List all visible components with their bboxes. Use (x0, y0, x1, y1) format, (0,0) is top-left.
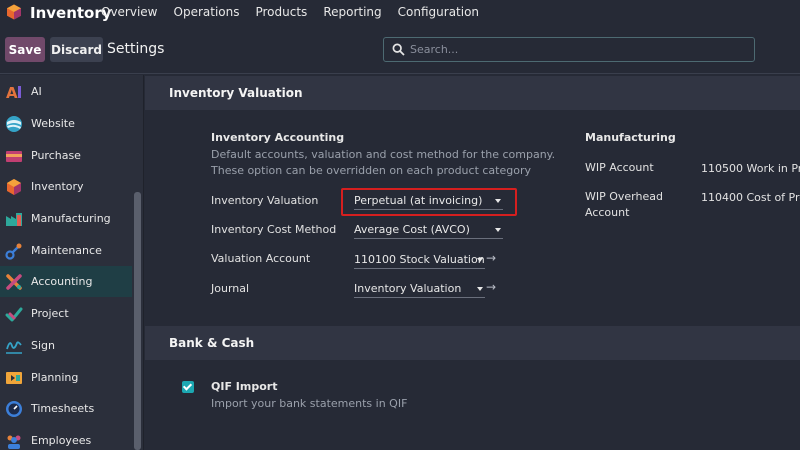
sidebar-item-maintenance[interactable]: Maintenance (0, 235, 132, 266)
menu-operations[interactable]: Operations (174, 5, 240, 19)
wip-account-value[interactable]: 110500 Work in Prog (701, 162, 800, 175)
wip-overhead-label-line2: Account (585, 206, 630, 219)
valuation-account-label: Valuation Account (211, 252, 311, 265)
search-input[interactable]: Search... (383, 37, 755, 62)
inventory-hexagon-icon[interactable] (6, 4, 22, 20)
search-placeholder: Search... (410, 43, 459, 56)
purchase-icon (6, 150, 22, 162)
app-name[interactable]: Inventory (30, 4, 112, 22)
manufacturing-title: Manufacturing (585, 131, 676, 144)
highlight-box (341, 188, 517, 216)
qif-import-title: QIF Import (211, 380, 278, 393)
sidebar-item-ai[interactable]: A AI (0, 76, 132, 107)
planning-icon (6, 371, 22, 384)
valuation-account-select[interactable]: 110100 Stock Valuation (354, 253, 485, 269)
sidebar-item-label: Website (31, 117, 75, 130)
section-title: Inventory Valuation (169, 86, 303, 100)
ai-icon: A (6, 84, 21, 101)
chevron-down-icon (477, 258, 483, 262)
inventory-cost-method-label: Inventory Cost Method (211, 223, 337, 236)
inventory-cost-method-value: Average Cost (AVCO) (354, 223, 470, 236)
chevron-down-icon (477, 287, 483, 291)
journal-select[interactable]: Inventory Valuation (354, 282, 485, 298)
menu-reporting[interactable]: Reporting (323, 5, 381, 19)
sidebar-item-planning[interactable]: Planning (0, 362, 132, 393)
sidebar-item-label: Employees (31, 434, 92, 447)
menu-products[interactable]: Products (255, 5, 307, 19)
manufacturing-icon (6, 212, 22, 226)
journal-value: Inventory Valuation (354, 282, 462, 295)
accounting-icon (6, 273, 22, 290)
sidebar-item-project[interactable]: Project (0, 298, 132, 329)
discard-button[interactable]: Discard (50, 37, 103, 62)
inventory-accounting-desc-1: Default accounts, valuation and cost met… (211, 148, 556, 161)
sidebar-item-employees[interactable]: Employees (0, 425, 132, 450)
save-button[interactable]: Save (5, 37, 45, 62)
arrow-right-icon[interactable]: → (486, 251, 496, 265)
inventory-valuation-label: Inventory Valuation (211, 194, 319, 207)
section-inventory-valuation: Inventory Valuation (145, 76, 800, 110)
top-navbar: Inventory Overview Operations Products R… (0, 0, 800, 25)
project-icon (5, 307, 23, 321)
sidebar-item-label: Timesheets (31, 402, 95, 415)
inventory-cost-method-select[interactable]: Average Cost (AVCO) (354, 223, 503, 239)
sidebar-item-inventory[interactable]: Inventory (0, 171, 132, 202)
sidebar-scrollbar-thumb[interactable] (134, 192, 141, 450)
chevron-down-icon (495, 228, 501, 232)
valuation-account-value: 110100 Stock Valuation (354, 253, 485, 266)
sidebar-item-label: Manufacturing (31, 212, 111, 225)
inventory-icon (7, 178, 21, 195)
sidebar-item-timesheets[interactable]: Timesheets (0, 393, 132, 424)
journal-label: Journal (211, 282, 250, 295)
sign-icon (6, 340, 22, 354)
menu-overview[interactable]: Overview (101, 5, 158, 19)
sidebar-item-label: Planning (31, 371, 79, 384)
website-icon (6, 115, 22, 132)
breadcrumb: Settings (107, 41, 165, 57)
sidebar-item-sign[interactable]: Sign (0, 330, 132, 361)
search-icon (392, 43, 405, 56)
sidebar-item-label: Inventory (31, 180, 84, 193)
inventory-accounting-title: Inventory Accounting (211, 131, 345, 144)
wip-overhead-value[interactable]: 110400 Cost of Prod (701, 191, 800, 204)
sidebar-item-label: Accounting (31, 275, 93, 288)
sidebar-item-label: Sign (31, 339, 55, 352)
sidebar-item-purchase[interactable]: Purchase (0, 140, 132, 171)
control-panel: Save Discard Settings Search... (0, 25, 800, 74)
qif-import-checkbox[interactable] (182, 381, 194, 393)
sidebar-item-accounting[interactable]: Accounting (0, 266, 132, 297)
employees-icon (7, 435, 21, 449)
maintenance-icon (5, 243, 22, 260)
sidebar-item-website[interactable]: Website (0, 108, 132, 139)
menu-configuration[interactable]: Configuration (398, 5, 479, 19)
arrow-right-icon[interactable]: → (486, 280, 496, 294)
svg-text:A: A (6, 84, 18, 101)
sidebar-item-label: Purchase (31, 149, 81, 162)
wip-account-label: WIP Account (585, 161, 654, 174)
sidebar-item-label: Project (31, 307, 69, 320)
inventory-accounting-desc-2: These option can be overridden on each p… (211, 164, 531, 177)
wip-overhead-label-line1: WIP Overhead (585, 190, 663, 203)
section-title: Bank & Cash (169, 336, 255, 350)
sidebar-item-label: Maintenance (31, 244, 102, 257)
qif-import-desc: Import your bank statements in QIF (211, 397, 408, 410)
top-menu: Overview Operations Products Reporting C… (101, 5, 495, 19)
section-bank-cash: Bank & Cash (145, 326, 800, 360)
sidebar-item-manufacturing[interactable]: Manufacturing (0, 203, 132, 234)
sidebar-item-label: AI (31, 85, 42, 98)
timesheets-icon (6, 400, 22, 417)
